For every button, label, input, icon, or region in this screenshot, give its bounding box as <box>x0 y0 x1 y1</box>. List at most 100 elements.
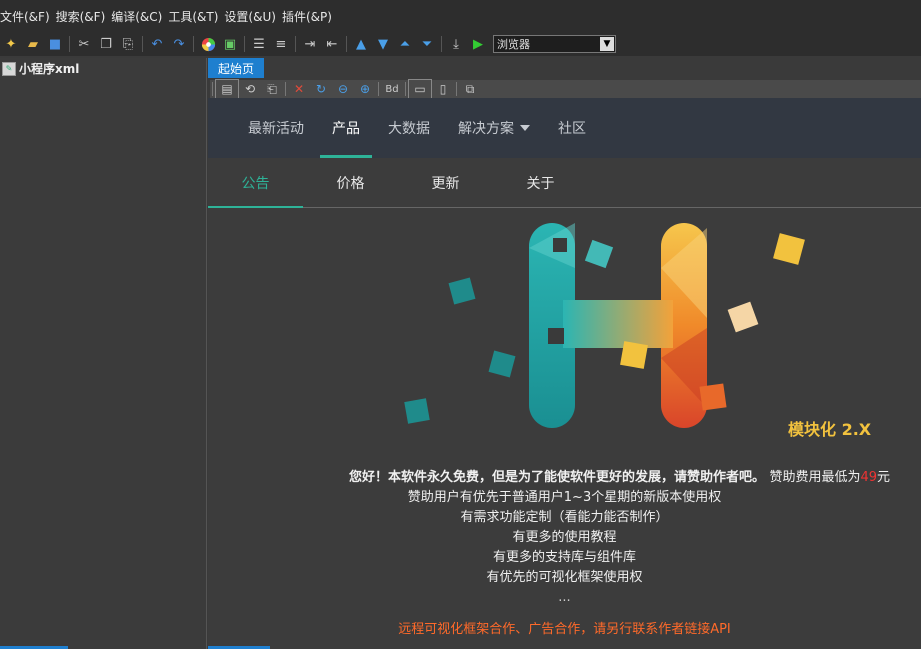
back-icon[interactable]: ⊖ <box>332 80 354 98</box>
project-sidebar: ✎ 小程序xml <box>0 58 207 649</box>
menu-file[interactable]: 文件(&F) <box>0 8 56 25</box>
align-left-icon[interactable]: ☰ <box>248 34 270 54</box>
outdent-icon[interactable]: ⇤ <box>321 34 343 54</box>
menu-plugins[interactable]: 插件(&P) <box>282 8 338 25</box>
tab-announcement[interactable]: 公告 <box>208 158 303 208</box>
undo-icon[interactable]: ↶ <box>146 34 168 54</box>
notice-ellipsis: ... <box>558 590 571 605</box>
subtab-label: 关于 <box>526 175 555 192</box>
document-toolbar: ▤ ⟲ ⎗ ✕ ↻ ⊖ ⊕ Bd ▭ ▯ ⧉ <box>210 79 921 99</box>
notice-line-1: 您好！本软件永久免费，但是为了能使软件更好的发展，请赞助作者吧。 赞助费用最低为… <box>208 468 921 488</box>
cooperation-link[interactable]: 远程可视化框架合作、广告合作，请另行联系作者链接API <box>208 620 921 640</box>
notice-price-unit: 元 <box>877 470 891 485</box>
tab-about[interactable]: 关于 <box>493 158 588 207</box>
nav-label: 解决方案 <box>458 121 514 137</box>
nav-label: 大数据 <box>388 121 430 137</box>
notice-content: 您好！本软件永久免费，但是为了能使软件更好的发展，请赞助作者吧。 赞助费用最低为… <box>208 468 921 640</box>
arrow-up-icon[interactable]: ▲ <box>350 34 372 54</box>
toolbar-divider <box>456 82 457 96</box>
toolbar-divider <box>441 36 442 52</box>
puzzle-h-logo-icon <box>529 223 707 428</box>
notice-price: 49 <box>860 470 878 485</box>
refresh-icon[interactable]: ↻ <box>310 80 332 98</box>
notice-line-5: 有更多的支持库与组件库 <box>492 550 636 565</box>
toolbar-divider <box>142 36 143 52</box>
notice-line-2: 赞助用户有优先于普通用户1~3个星期的新版本使用权 <box>407 490 722 505</box>
tree-item-label: 小程序xml <box>19 62 80 76</box>
nav-label: 社区 <box>558 121 586 137</box>
toolbar-divider <box>346 36 347 52</box>
document-area: 起始页 ▤ ⟲ ⎗ ✕ ↻ ⊖ ⊕ Bd ▭ ▯ ⧉ 最新活动 产品 大数据 解… <box>208 58 921 649</box>
nav-big-data[interactable]: 大数据 <box>374 98 444 158</box>
move-top-icon[interactable]: ⏶ <box>394 34 416 54</box>
align-center-icon[interactable]: ≡ <box>270 34 292 54</box>
toolbar-divider <box>295 36 296 52</box>
toolbar-divider <box>69 36 70 52</box>
hero-logo: 模块化 2.X <box>208 208 921 439</box>
mobile-view-icon[interactable]: ▯ <box>432 80 454 98</box>
notice-line-6: 有优先的可视化框架使用权 <box>486 570 643 585</box>
caret-down-icon <box>520 125 530 131</box>
subtab-label: 公告 <box>241 175 270 192</box>
browser-select[interactable]: 浏览器 ▼ <box>493 35 616 53</box>
color-wheel-icon[interactable] <box>197 34 219 54</box>
new-file-icon[interactable]: ✦ <box>0 34 22 54</box>
nav-latest-events[interactable]: 最新活动 <box>234 98 318 158</box>
main-toolbar: ✦ ▰ ■ ✂ ❐ ⎘ ↶ ↷ ▣ ☰ ≡ ⇥ ⇤ ▲ ▼ ⏶ ⏷ ⤓ ▶ 浏览… <box>0 32 921 56</box>
open-folder-icon[interactable]: ▰ <box>22 34 44 54</box>
notice-line1-text: 您好！本软件永久免费，但是为了能使软件更好的发展，请赞助作者吧。 <box>348 470 765 485</box>
page-design-icon[interactable]: ▤ <box>215 79 239 99</box>
copy-icon[interactable]: ❐ <box>95 34 117 54</box>
tab-price[interactable]: 价格 <box>303 158 398 207</box>
file-edit-icon: ✎ <box>2 61 16 76</box>
toolbar-divider <box>285 82 286 96</box>
move-bottom-icon[interactable]: ⏷ <box>416 34 438 54</box>
subtab-label: 更新 <box>431 175 460 192</box>
browser-select-value: 浏览器 <box>497 38 530 51</box>
desktop-view-icon[interactable]: ▭ <box>408 79 432 99</box>
tree-item-xml[interactable]: ✎ 小程序xml <box>0 58 206 79</box>
toolbar-divider <box>244 36 245 52</box>
screenshot-icon[interactable]: ⧉ <box>459 80 481 98</box>
browser-view: 最新活动 产品 大数据 解决方案 社区 公告 价格 更新 关于 模块化 2.X … <box>208 98 921 649</box>
rotate-page-icon[interactable]: ⟲ <box>239 80 261 98</box>
forward-icon[interactable]: ⊕ <box>354 80 376 98</box>
baidu-icon[interactable]: Bd <box>381 80 403 98</box>
logo-text: 模块化 2.X <box>788 420 872 438</box>
menu-bar: 文件(&F) 搜索(&F) 编译(&C) 工具(&T) 设置(&U) 插件(&P… <box>0 0 921 32</box>
chevron-down-icon[interactable]: ▼ <box>600 37 614 51</box>
site-nav: 最新活动 产品 大数据 解决方案 社区 <box>208 98 921 158</box>
arrow-down-icon[interactable]: ▼ <box>372 34 394 54</box>
menu-search[interactable]: 搜索(&F) <box>56 8 112 25</box>
menu-tools[interactable]: 工具(&T) <box>168 8 224 25</box>
tab-label: 起始页 <box>218 61 255 76</box>
export-icon[interactable]: ⤓ <box>445 34 467 54</box>
tab-start-page[interactable]: 起始页 <box>208 58 265 78</box>
close-icon[interactable]: ✕ <box>288 80 310 98</box>
toolbar-divider <box>212 82 213 96</box>
nav-label: 产品 <box>332 121 360 137</box>
toolbar-divider <box>378 82 379 96</box>
run-icon[interactable]: ▶ <box>467 34 489 54</box>
save-icon[interactable]: ■ <box>44 34 66 54</box>
toolbar-divider <box>193 36 194 52</box>
nav-solutions[interactable]: 解决方案 <box>444 98 544 158</box>
paste-icon[interactable]: ⎘ <box>117 34 139 54</box>
indent-icon[interactable]: ⇥ <box>299 34 321 54</box>
subtab-label: 价格 <box>336 175 365 192</box>
sub-tabs: 公告 价格 更新 关于 <box>208 158 921 208</box>
menu-compile[interactable]: 编译(&C) <box>111 8 168 25</box>
tab-updates[interactable]: 更新 <box>398 158 493 207</box>
redo-icon[interactable]: ↷ <box>168 34 190 54</box>
nav-community[interactable]: 社区 <box>544 98 600 158</box>
nav-label: 最新活动 <box>248 121 304 137</box>
image-add-icon[interactable]: ▣ <box>219 34 241 54</box>
toolbar-divider <box>405 82 406 96</box>
notice-price-label: 赞助费用最低为 <box>769 470 861 485</box>
menu-settings[interactable]: 设置(&U) <box>224 8 282 25</box>
nav-products[interactable]: 产品 <box>318 98 374 158</box>
page-copy-icon[interactable]: ⎗ <box>261 80 283 98</box>
notice-line-4: 有更多的使用教程 <box>512 530 617 545</box>
notice-line-3: 有需求功能定制（看能力能否制作） <box>460 510 669 525</box>
cut-icon[interactable]: ✂ <box>73 34 95 54</box>
